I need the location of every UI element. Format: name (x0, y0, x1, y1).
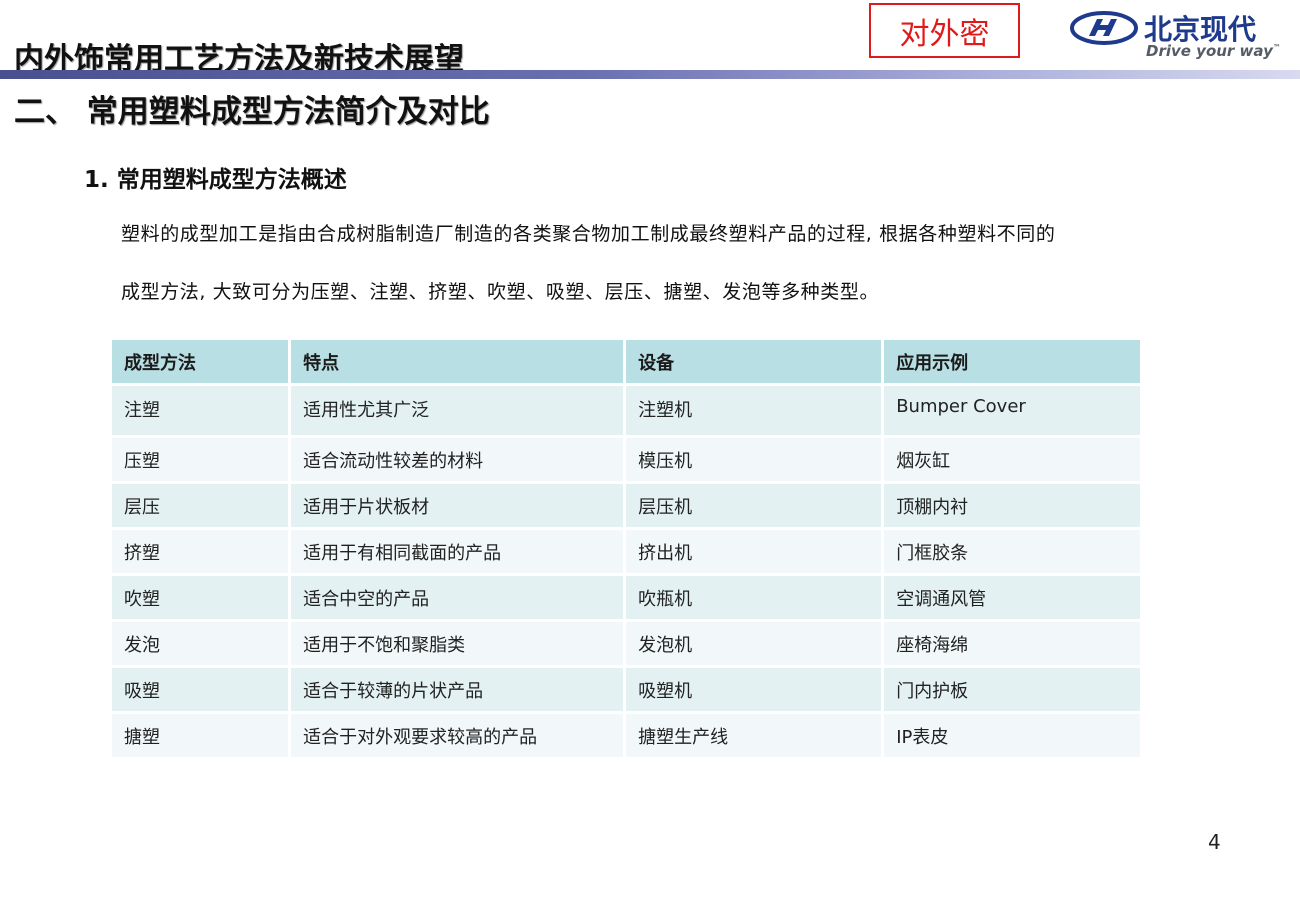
subsection-heading: 1. 常用塑料成型方法概述 (84, 167, 347, 193)
table-cell: 门框胶条 (884, 530, 1140, 573)
table-cell: 适合于较薄的片状产品 (291, 668, 624, 711)
table-cell: 搪塑生产线 (626, 714, 882, 757)
table-cell: 适用于有相同截面的产品 (291, 530, 624, 573)
table-cell: 注塑 (112, 386, 289, 435)
title-divider (0, 70, 1300, 79)
table-cell: 吹瓶机 (626, 576, 882, 619)
table-cell: IP表皮 (884, 714, 1140, 757)
table-row: 吹塑 适合中空的产品 吹瓶机 空调通风管 (112, 576, 1140, 619)
table-header-row: 成型方法 特点 设备 应用示例 (112, 340, 1140, 383)
table-cell: 空调通风管 (884, 576, 1140, 619)
table-cell: 挤出机 (626, 530, 882, 573)
intro-paragraph-line-1: 塑料的成型加工是指由合成树脂制造厂制造的各类聚合物加工制成最终塑料产品的过程, … (121, 223, 1056, 245)
table-cell: 发泡 (112, 622, 289, 665)
table-row: 压塑 适合流动性较差的材料 模压机 烟灰缸 (112, 438, 1140, 481)
table-cell: 吸塑机 (626, 668, 882, 711)
section-heading: 二、 常用塑料成型方法简介及对比 (14, 94, 490, 130)
table-cell: 适合中空的产品 (291, 576, 624, 619)
column-header-method: 成型方法 (112, 340, 289, 383)
table-cell: 搪塑 (112, 714, 289, 757)
table-cell: 吸塑 (112, 668, 289, 711)
hyundai-logo-icon (1070, 11, 1138, 45)
column-header-example: 应用示例 (884, 340, 1140, 383)
table-cell: 适用性尤其广泛 (291, 386, 624, 435)
table-cell: 层压 (112, 484, 289, 527)
table-cell: 压塑 (112, 438, 289, 481)
table-cell: 烟灰缸 (884, 438, 1140, 481)
molding-methods-table: 成型方法 特点 设备 应用示例 注塑 适用性尤其广泛 注塑机 Bumper Co… (109, 337, 1143, 760)
column-header-feature: 特点 (291, 340, 624, 383)
table-row: 挤塑 适用于有相同截面的产品 挤出机 门框胶条 (112, 530, 1140, 573)
brand-logo: 北京现代 Drive your way™ (1070, 8, 1281, 64)
table-cell: 适用于片状板材 (291, 484, 624, 527)
table-cell: 挤塑 (112, 530, 289, 573)
table-cell: 座椅海绵 (884, 622, 1140, 665)
table-cell: Bumper Cover (884, 386, 1140, 435)
table-cell: 吹塑 (112, 576, 289, 619)
table-row: 发泡 适用于不饱和聚脂类 发泡机 座椅海绵 (112, 622, 1140, 665)
table-cell: 门内护板 (884, 668, 1140, 711)
table-cell: 适用于不饱和聚脂类 (291, 622, 624, 665)
table-cell: 注塑机 (626, 386, 882, 435)
column-header-equipment: 设备 (626, 340, 882, 383)
logo-slogan: Drive your way™ (1146, 42, 1281, 60)
table-cell: 适合流动性较差的材料 (291, 438, 624, 481)
table-cell: 发泡机 (626, 622, 882, 665)
page-number: 4 (1208, 830, 1221, 854)
table-row: 吸塑 适合于较薄的片状产品 吸塑机 门内护板 (112, 668, 1140, 711)
table-cell: 层压机 (626, 484, 882, 527)
intro-paragraph-line-2: 成型方法, 大致可分为压塑、注塑、挤塑、吹塑、吸塑、层压、搪塑、发泡等多种类型。 (121, 281, 880, 303)
table-cell: 模压机 (626, 438, 882, 481)
table-row: 注塑 适用性尤其广泛 注塑机 Bumper Cover (112, 386, 1140, 435)
table-row: 搪塑 适合于对外观要求较高的产品 搪塑生产线 IP表皮 (112, 714, 1140, 757)
table-cell: 适合于对外观要求较高的产品 (291, 714, 624, 757)
table-cell: 顶棚内衬 (884, 484, 1140, 527)
confidential-stamp: 对外密 (869, 3, 1020, 58)
table-row: 层压 适用于片状板材 层压机 顶棚内衬 (112, 484, 1140, 527)
